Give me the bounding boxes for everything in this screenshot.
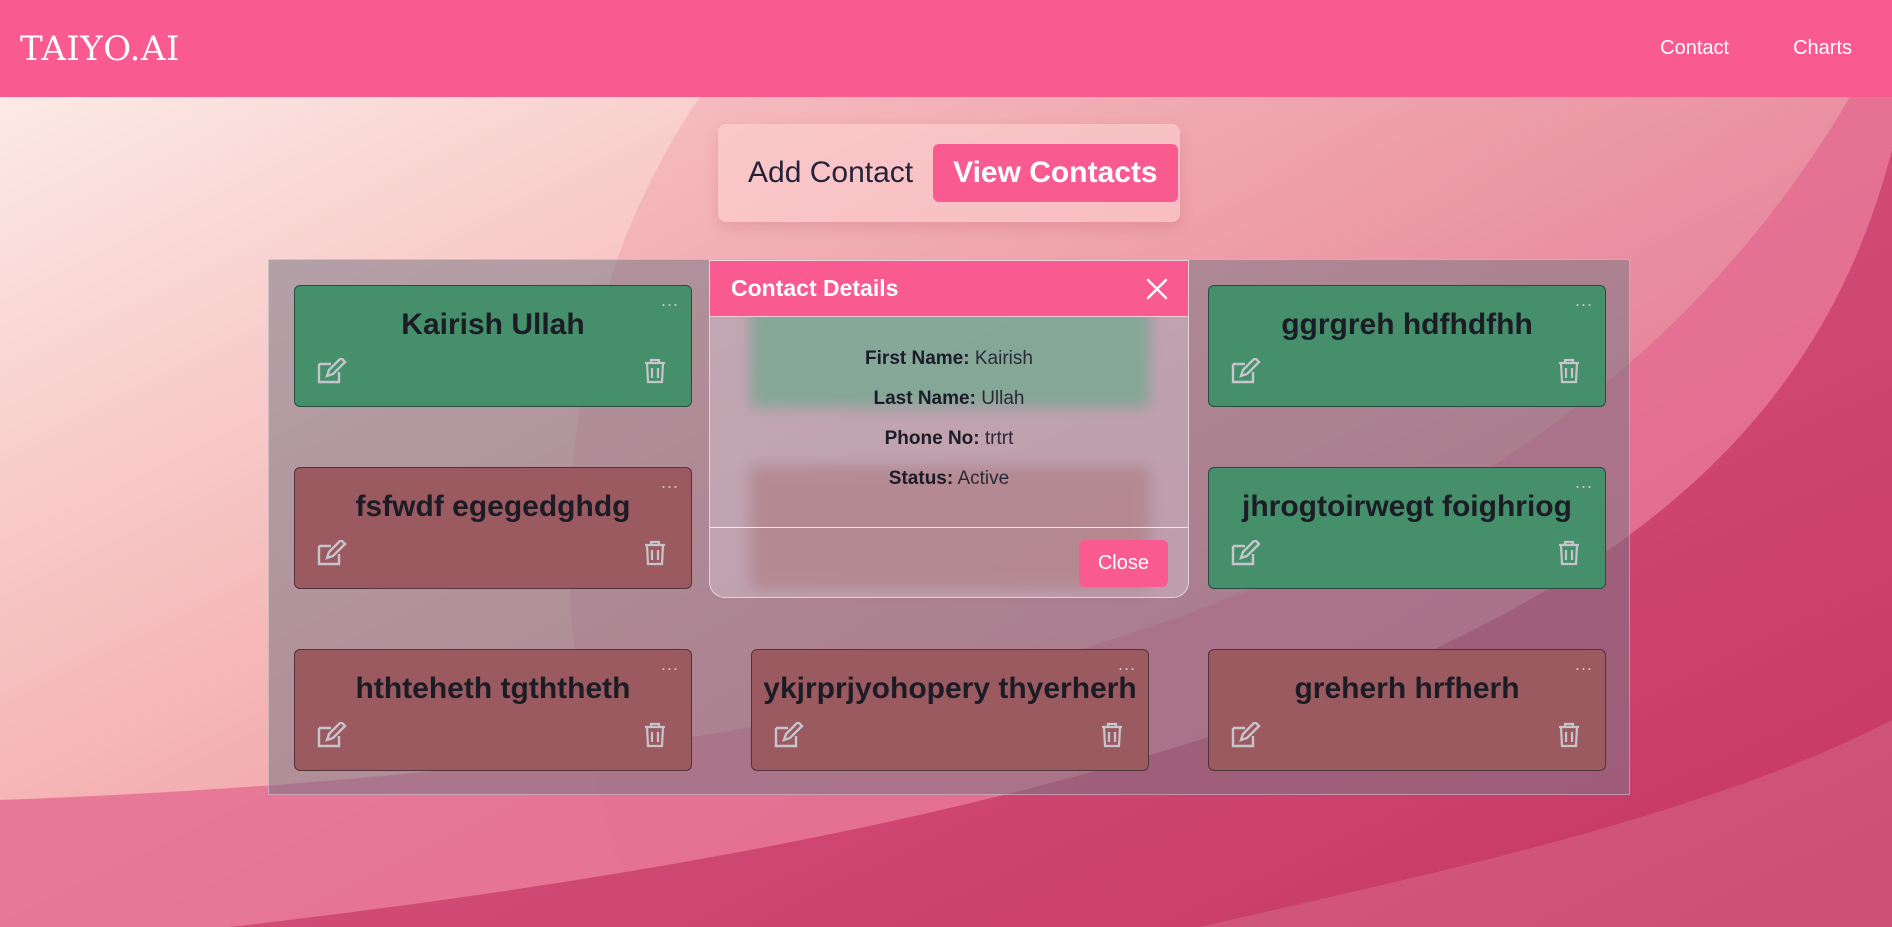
more-options-icon[interactable]: ... (1118, 654, 1136, 675)
contact-card[interactable]: greherh hrfherh ... (1208, 649, 1606, 771)
trash-icon[interactable] (1557, 358, 1581, 384)
contact-card[interactable]: Kairish Ullah ... (294, 285, 692, 407)
modal-footer: Close (710, 527, 1188, 597)
navbar: TAIYO.AI Contact Charts (0, 0, 1892, 97)
detail-value: Ullah (981, 388, 1025, 409)
contact-name: ggrgreh hdfhdfhh (1281, 308, 1533, 341)
contact-card[interactable]: jhrogtoirwegt foighriog ... (1208, 467, 1606, 589)
edit-icon[interactable] (315, 358, 347, 386)
edit-icon[interactable] (315, 540, 347, 568)
modal-title: Contact Details (731, 275, 899, 301)
edit-icon[interactable] (315, 722, 347, 750)
trash-icon[interactable] (1557, 540, 1581, 566)
more-options-icon[interactable]: ... (661, 472, 679, 493)
contact-name: Kairish Ullah (401, 308, 585, 341)
contact-details-modal: Contact Details First Name: Kairish Last… (709, 260, 1189, 598)
detail-label: Last Name: (873, 388, 976, 409)
contact-name: hthteheth tgththeth (355, 672, 631, 705)
detail-phone: Phone No: trtrt (710, 424, 1188, 464)
detail-label: First Name: (865, 348, 970, 369)
more-options-icon[interactable]: ... (661, 290, 679, 311)
detail-value: Active (957, 468, 1010, 489)
detail-value: trtrt (984, 428, 1014, 449)
more-options-icon[interactable]: ... (661, 654, 679, 675)
edit-icon[interactable] (1229, 358, 1261, 386)
detail-first-name: First Name: Kairish (710, 344, 1188, 384)
edit-icon[interactable] (772, 722, 804, 750)
more-options-icon[interactable]: ... (1575, 654, 1593, 675)
contact-name: jhrogtoirwegt foighriog (1242, 490, 1572, 523)
contact-name: ykjrprjyohopery thyerherh (763, 672, 1137, 705)
detail-value: Kairish (974, 348, 1033, 369)
nav-link-charts[interactable]: Charts (1793, 37, 1852, 60)
contact-name: greherh hrfherh (1294, 672, 1520, 705)
contact-card[interactable]: ggrgreh hdfhdfhh ... (1208, 285, 1606, 407)
close-button[interactable]: Close (1078, 540, 1168, 587)
contact-card[interactable]: fsfwdf egegedghdg ... (294, 467, 692, 589)
close-icon[interactable] (1146, 278, 1168, 300)
trash-icon[interactable] (1100, 722, 1124, 748)
trash-icon[interactable] (643, 722, 667, 748)
modal-body: First Name: Kairish Last Name: Ullah Pho… (710, 317, 1188, 527)
contact-card[interactable]: hthteheth tgththeth ... (294, 649, 692, 771)
edit-icon[interactable] (1229, 540, 1261, 568)
nav-links: Contact Charts (1596, 37, 1852, 60)
contact-view-toggle: Add Contact View Contacts (718, 124, 1180, 222)
trash-icon[interactable] (643, 540, 667, 566)
trash-icon[interactable] (1557, 722, 1581, 748)
detail-status: Status: Active (710, 464, 1188, 504)
nav-link-contact[interactable]: Contact (1660, 37, 1729, 60)
more-options-icon[interactable]: ... (1575, 290, 1593, 311)
brand-logo[interactable]: TAIYO.AI (20, 29, 180, 69)
detail-label: Phone No: (884, 428, 980, 449)
detail-last-name: Last Name: Ullah (710, 384, 1188, 424)
contact-card[interactable]: ykjrprjyohopery thyerherh ... (751, 649, 1149, 771)
modal-header: Contact Details (710, 261, 1188, 317)
more-options-icon[interactable]: ... (1575, 472, 1593, 493)
add-contact-tab[interactable]: Add Contact (748, 156, 913, 190)
trash-icon[interactable] (643, 358, 667, 384)
edit-icon[interactable] (1229, 722, 1261, 750)
detail-label: Status: (888, 468, 954, 489)
view-contacts-button[interactable]: View Contacts (933, 144, 1178, 202)
contact-name: fsfwdf egegedghdg (355, 490, 631, 523)
